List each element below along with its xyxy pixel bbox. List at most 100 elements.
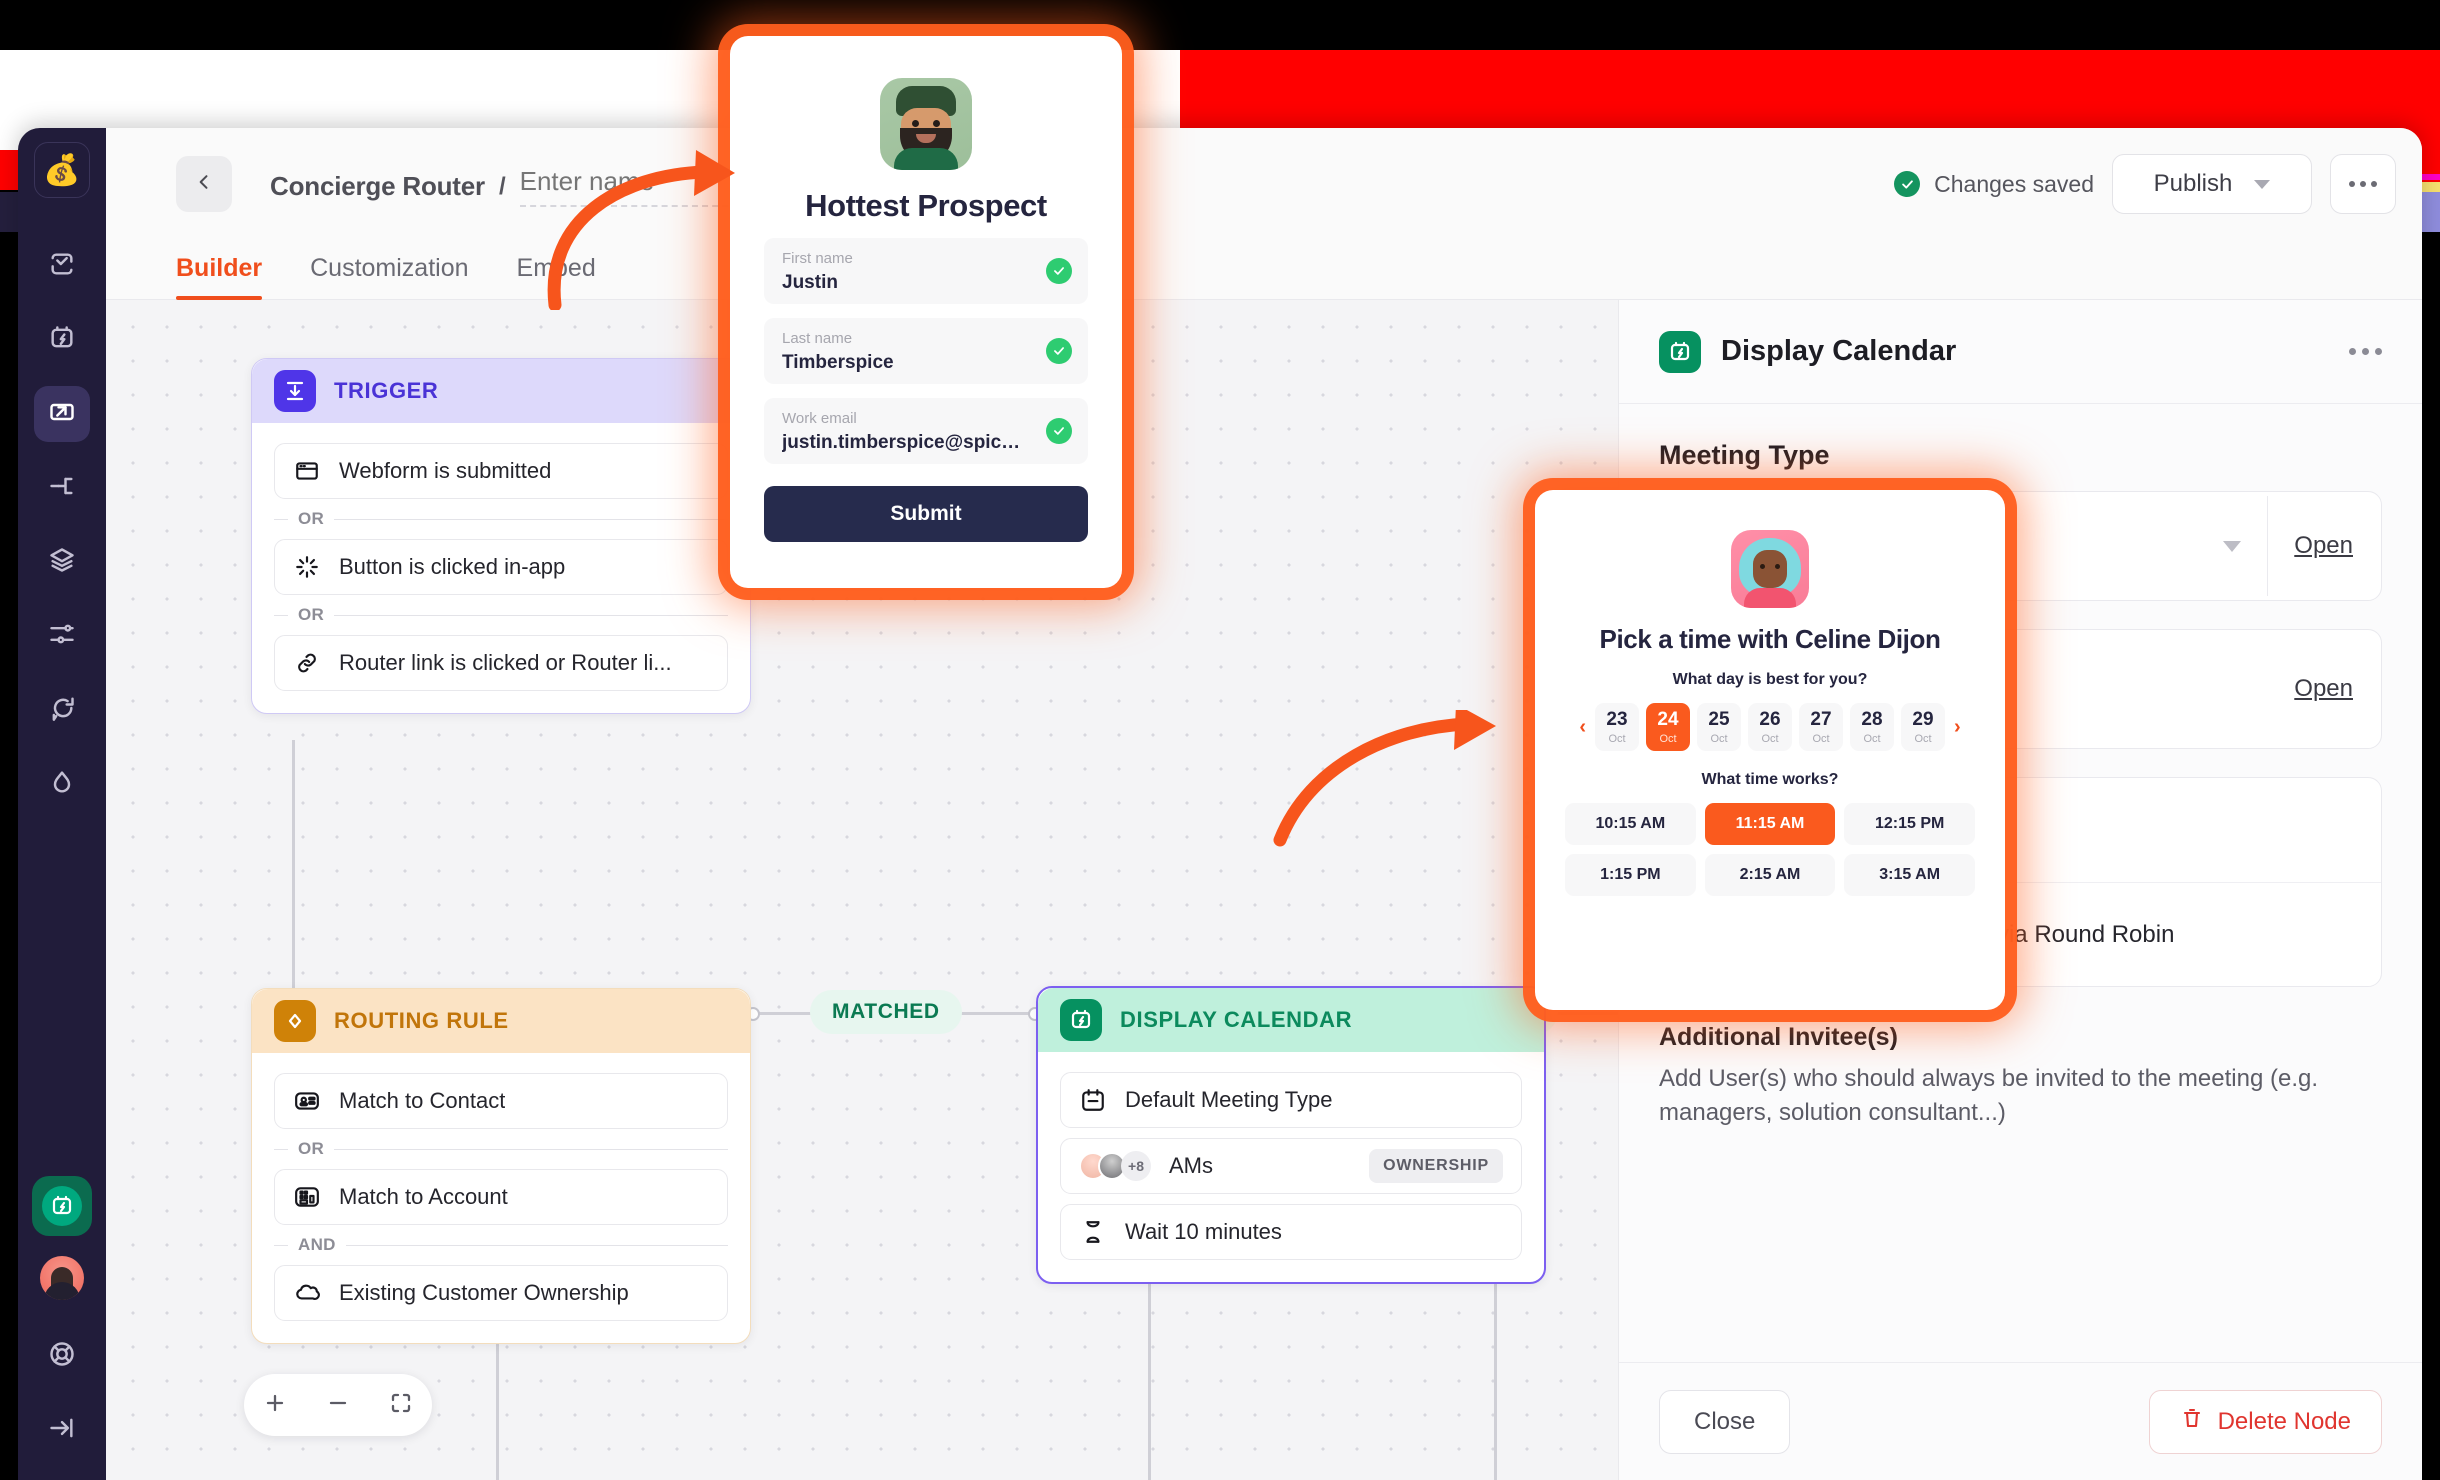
calendar-row-meeting-type[interactable]: Default Meeting Type [1060, 1072, 1522, 1128]
time-slot-selected[interactable]: 11:15 AM [1704, 803, 1836, 845]
scheduler-badge-inner [42, 1186, 82, 1226]
building-icon [293, 1183, 321, 1211]
tab-embed[interactable]: Embed [517, 254, 596, 299]
trigger-row-button[interactable]: Button is clicked in-app [274, 539, 728, 595]
conj-label: OR [298, 1139, 325, 1158]
contact-card-icon [293, 1087, 321, 1115]
field-label: Last name [782, 330, 853, 347]
trigger-row-label: Webform is submitted [339, 458, 552, 483]
divider [2267, 496, 2269, 596]
day-option-selected[interactable]: 24 Oct [1646, 703, 1690, 751]
delete-node-button[interactable]: Delete Node [2148, 1389, 2382, 1454]
inspector-more-button[interactable] [2349, 348, 2382, 355]
status-text: Changes saved [1934, 170, 2094, 197]
sidebar-item-scheduler[interactable] [34, 312, 90, 368]
time-slot[interactable]: 1:15 PM [1565, 854, 1696, 896]
sidebar-item-settings[interactable] [34, 608, 90, 664]
day-month: Oct [1659, 732, 1677, 745]
day-number: 25 [1708, 708, 1730, 730]
publish-label: Publish [2153, 170, 2233, 197]
field-label: First name [782, 250, 853, 267]
meeting-type-open-link[interactable]: Open [2294, 532, 2353, 560]
secondary-open-link[interactable]: Open [2294, 675, 2353, 703]
time-slot[interactable]: 2:15 AM [1704, 854, 1836, 896]
trigger-row-label: Router link is clicked or Router li... [339, 650, 672, 675]
inspector-header: Display Calendar [1619, 300, 2422, 404]
time-slot[interactable]: 12:15 PM [1844, 803, 1975, 845]
conj-line [274, 614, 288, 616]
day-option[interactable]: 23 Oct [1595, 703, 1639, 751]
back-button[interactable] [176, 156, 232, 212]
sidebar-item-layers[interactable] [34, 534, 90, 590]
tab-customization[interactable]: Customization [310, 254, 468, 299]
chevron-right-icon[interactable]: › [1952, 716, 1963, 739]
trigger-row-webform[interactable]: Webform is submitted [274, 443, 728, 499]
submit-button[interactable]: Submit [764, 486, 1088, 542]
chevron-left-icon[interactable]: ‹ [1577, 716, 1588, 739]
lifebuoy-icon [48, 1340, 76, 1373]
day-month: Oct [1914, 732, 1932, 745]
sidebar-item-router[interactable] [34, 386, 90, 442]
day-option[interactable]: 27 Oct [1799, 703, 1843, 751]
day-option[interactable]: 29 Oct [1901, 703, 1945, 751]
day-number: 23 [1606, 708, 1628, 730]
canvas-zoom-controls [244, 1374, 432, 1436]
form-field-first-name[interactable]: First name Justin [764, 238, 1088, 304]
sidebar-collapse-button[interactable] [34, 1402, 90, 1458]
router-flow-icon [48, 398, 76, 431]
node-routing-rule[interactable]: ROUTING RULE Match to Contact OR Match t… [251, 988, 751, 1344]
day-option[interactable]: 28 Oct [1850, 703, 1894, 751]
routing-row-ownership[interactable]: Existing Customer Ownership [274, 1265, 728, 1321]
zoom-in-button[interactable] [263, 1391, 287, 1420]
calendar-preview-card[interactable]: Pick a time with Celine Dijon What day i… [1535, 490, 2005, 1010]
money-bag-icon[interactable]: 💰 [34, 142, 90, 198]
fit-to-screen-button[interactable] [389, 1391, 413, 1420]
form-field-last-name[interactable]: Last name Timberspice [764, 318, 1088, 384]
time-slot[interactable]: 10:15 AM [1565, 803, 1696, 845]
day-month: Oct [1710, 732, 1728, 745]
row-gap [1060, 1128, 1522, 1138]
check-circle-icon [1046, 258, 1072, 284]
close-button[interactable]: Close [1659, 1389, 1791, 1454]
collapse-rail-icon [48, 1414, 76, 1447]
routing-row-contact[interactable]: Match to Contact [274, 1073, 728, 1129]
calendar-row-ams[interactable]: +8 AMs OWNERSHIP [1060, 1138, 1522, 1194]
avatar[interactable] [40, 1256, 84, 1300]
calendar-row-wait[interactable]: Wait 10 minutes [1060, 1204, 1522, 1260]
day-option[interactable]: 26 Oct [1748, 703, 1792, 751]
header-actions: Changes saved Publish [1894, 154, 2396, 214]
scheduler-badge-icon[interactable] [32, 1176, 92, 1236]
conj-label: AND [298, 1235, 336, 1254]
publish-button[interactable]: Publish [2112, 154, 2312, 214]
day-option[interactable]: 25 Oct [1697, 703, 1741, 751]
sidebar-item-droplet[interactable] [34, 756, 90, 812]
sparkle-button-icon [293, 553, 321, 581]
tab-builder[interactable]: Builder [176, 254, 263, 300]
chevron-down-icon[interactable] [2223, 540, 2242, 552]
app-header: Concierge Router / Changes saved Publish [106, 128, 2422, 224]
time-slot[interactable]: 3:15 AM [1844, 854, 1975, 896]
breadcrumb-root[interactable]: Concierge Router [270, 171, 485, 202]
form-preview-card[interactable]: Hottest Prospect First name Justin Last … [730, 36, 1122, 588]
sidebar-item-inbox-routing[interactable] [34, 238, 90, 294]
blue-hair-woman-avatar [1731, 530, 1809, 608]
left-sidebar: 💰 [18, 128, 106, 1480]
sidebar-item-branch[interactable] [34, 460, 90, 516]
sidebar-item-chat[interactable] [34, 682, 90, 738]
link-icon [293, 649, 321, 677]
sidebar-item-help[interactable] [34, 1328, 90, 1384]
branch-icon [48, 472, 76, 505]
zoom-out-button[interactable] [326, 1391, 350, 1420]
avatar-eye [1760, 564, 1765, 569]
trigger-row-router-link[interactable]: Router link is clicked or Router li... [274, 635, 728, 691]
routing-row-account[interactable]: Match to Account [274, 1169, 728, 1225]
node-trigger[interactable]: TRIGGER Webform is submitted OR Button i… [251, 358, 751, 714]
field-label: Work email [782, 410, 857, 427]
chat-bubble-icon [48, 694, 76, 727]
day-question: What day is best for you? [1672, 671, 1868, 688]
node-routing-body: Match to Contact OR Match to Account AND [252, 1053, 750, 1343]
form-field-work-email[interactable]: Work email justin.timberspice@spicysaas.… [764, 398, 1088, 464]
node-display-calendar[interactable]: DISPLAY CALENDAR Default Meeting Type +8 [1036, 986, 1546, 1284]
more-options-button[interactable] [2330, 154, 2396, 214]
delete-node-label: Delete Node [2217, 1407, 2351, 1435]
